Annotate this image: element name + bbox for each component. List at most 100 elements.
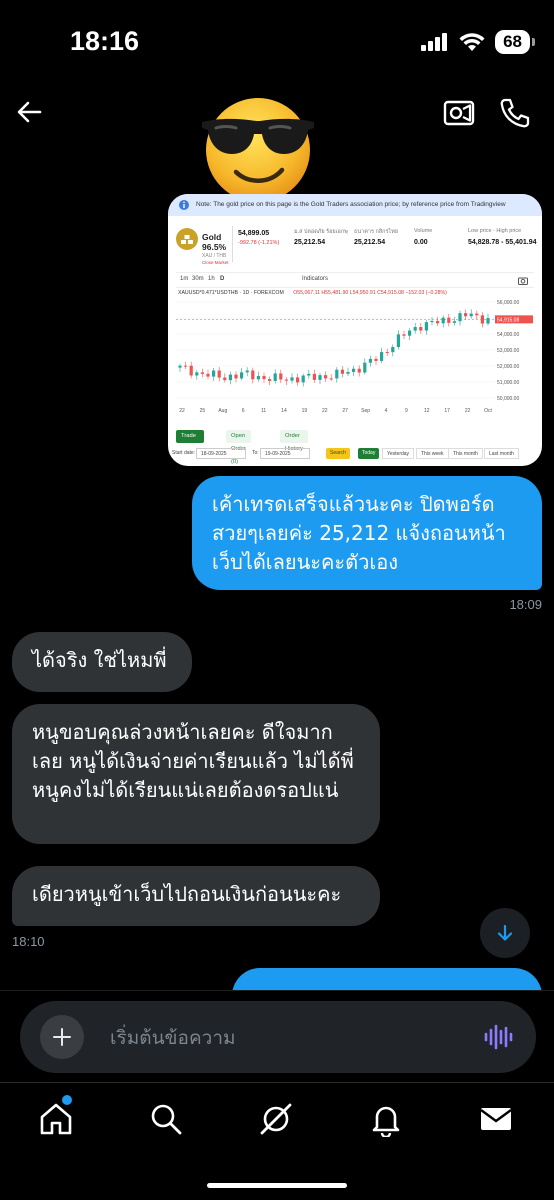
- search-icon[interactable]: [148, 1101, 184, 1137]
- bell-icon[interactable]: [368, 1101, 404, 1137]
- candle-body: [223, 377, 227, 381]
- y-tick-label: 50,000.00: [497, 396, 519, 402]
- message-input[interactable]: เริ่มต้นข้อความ: [110, 1023, 236, 1053]
- wifi-icon: [459, 33, 485, 51]
- attach-button[interactable]: [40, 1015, 84, 1059]
- tab-open-order: Open Order (0): [226, 430, 251, 465]
- candle-body: [447, 317, 451, 323]
- filter-this-month: This month: [448, 448, 483, 459]
- battery-indicator: 68: [495, 30, 535, 54]
- back-arrow-icon[interactable]: [14, 96, 46, 128]
- volume-label: Volume: [414, 228, 433, 234]
- x-tick-label: 22: [179, 408, 185, 414]
- incoming-message-text: หนูขอบคุณล่วงหน้าเลยคะ ดีใจมากเลย หนูได้…: [32, 720, 354, 802]
- date-filters: Start date: 18-09-2025 To: 19-09-2025 Se…: [168, 448, 542, 462]
- x-tick-label: 25: [200, 408, 206, 414]
- candle-body: [469, 313, 473, 317]
- candle-body: [318, 375, 322, 380]
- x-tick-label: Oct: [484, 408, 492, 414]
- toolbar-30m: 30m: [192, 276, 204, 282]
- candle-body: [424, 322, 428, 331]
- screenshot-note: Note: The gold price on this page is the…: [168, 194, 542, 216]
- message-list[interactable]: Note: The gold price on this page is the…: [0, 190, 554, 1008]
- range-label: Low price - High price: [468, 228, 522, 234]
- legend-values: O55,067.11 H55,481.90 L54,950.91 C54,915…: [293, 290, 447, 296]
- x-tick-label: 19: [302, 408, 308, 414]
- toolbar-indicators: Indicators: [302, 276, 329, 282]
- home-icon[interactable]: [38, 1101, 74, 1137]
- start-date-field: 18-09-2025: [196, 448, 246, 459]
- tab-trade-history: Trade History: [176, 430, 205, 452]
- candle-body: [301, 375, 305, 383]
- phone-call-icon[interactable]: [498, 96, 532, 130]
- candle-body: [228, 374, 232, 381]
- message-composer[interactable]: เริ่มต้นข้อความ: [20, 1001, 536, 1073]
- toolbar-d: D: [220, 276, 225, 282]
- candle-body: [217, 370, 221, 378]
- scroll-to-bottom-button[interactable]: [480, 908, 530, 958]
- candle-body: [340, 369, 344, 374]
- last-price-tag: 54,915.08: [497, 317, 519, 323]
- candle-body: [464, 313, 468, 317]
- candle-body: [312, 373, 316, 380]
- message-timestamp: 18:09: [509, 597, 542, 612]
- candle-body: [441, 317, 445, 324]
- candle-body: [206, 373, 210, 377]
- x-tick-label: 27: [342, 408, 348, 414]
- gold-info-panel: Gold 96.5% XAU / THB Close Market 54,899…: [168, 218, 542, 266]
- candle-body: [195, 372, 199, 376]
- candle-body: [251, 370, 255, 380]
- status-time: 18:16: [70, 26, 140, 56]
- x-tick-label: 22: [322, 408, 328, 414]
- plus-icon: [53, 1028, 71, 1046]
- x-tick-label: 6: [242, 408, 245, 414]
- incoming-message-bubble[interactable]: ได้จริง ใช่ไหมพี่: [12, 632, 192, 692]
- incoming-message-text: ได้จริง ใช่ไหมพี่: [32, 648, 167, 672]
- filter-this-week: This week: [416, 448, 449, 459]
- candle-body: [380, 352, 384, 361]
- voice-message-icon[interactable]: [482, 1021, 514, 1053]
- search-button: Search: [326, 448, 350, 459]
- gold-purity: 96.5%: [202, 242, 227, 252]
- sell-label: ธนาคาร กสิกรไทย: [354, 229, 399, 235]
- camera-icon: [518, 277, 528, 285]
- grok-icon[interactable]: [258, 1101, 294, 1137]
- gold-logo-icon: [176, 228, 198, 250]
- x-tick-label: Sep: [361, 408, 370, 414]
- incoming-message-bubble[interactable]: เดียวหนูเข้าเว็บไปถอนเงินก่อนนะคะ: [12, 866, 380, 926]
- y-tick-label: 56,000.00: [497, 300, 519, 306]
- x-tick-label: 17: [444, 408, 450, 414]
- buy-value: 25,212.54: [294, 239, 326, 246]
- divider: [232, 226, 233, 262]
- compose-area: เริ่มต้นข้อความ: [0, 990, 554, 1082]
- chart-legend: XAUUSD*0.471*USDTHB · 1D · FOREXCOM O55,…: [178, 290, 447, 296]
- candle-body: [240, 372, 244, 379]
- candle-body: [402, 334, 406, 336]
- legend-symbol: XAUUSD*0.471*USDTHB · 1D · FOREXCOM: [178, 290, 284, 296]
- sell-value: 25,212.54: [354, 239, 386, 246]
- gold-name: Gold: [202, 232, 222, 242]
- candle-body: [329, 378, 333, 380]
- filter-yesterday: Yesterday: [382, 448, 415, 459]
- info-icon: [179, 200, 189, 210]
- candle-body: [363, 362, 367, 373]
- status-icons: 68: [421, 30, 535, 54]
- incoming-message-bubble[interactable]: หนูขอบคุณล่วงหน้าเลยคะ ดีใจมากเลย หนูได้…: [12, 704, 380, 844]
- y-tick-label: 52,000.00: [497, 364, 519, 370]
- candle-body: [413, 327, 417, 331]
- sunglasses-emoji-icon: [202, 98, 314, 202]
- candle-body: [335, 369, 339, 379]
- messages-icon[interactable]: [478, 1101, 514, 1137]
- trading-screenshot-image[interactable]: Note: The gold price on this page is the…: [168, 194, 542, 466]
- candle-body: [262, 376, 266, 380]
- status-bar: 18:16 68: [0, 0, 554, 80]
- trading-screenshot: Note: The gold price on this page is the…: [168, 194, 542, 466]
- gold-change: -992.78 (-1.21%): [238, 240, 280, 246]
- candle-body: [189, 365, 193, 376]
- outgoing-message-bubble[interactable]: เค้าเทรดเสร็จแล้วนะคะ ปิดพอร์ดสวยๆเลยค่ะ…: [192, 476, 542, 590]
- candle-body: [307, 373, 311, 376]
- arrow-down-icon: [497, 924, 513, 941]
- toolbar-1h: 1h: [208, 276, 215, 282]
- video-call-icon[interactable]: [442, 96, 476, 130]
- filter-last-month: Last month: [484, 448, 519, 459]
